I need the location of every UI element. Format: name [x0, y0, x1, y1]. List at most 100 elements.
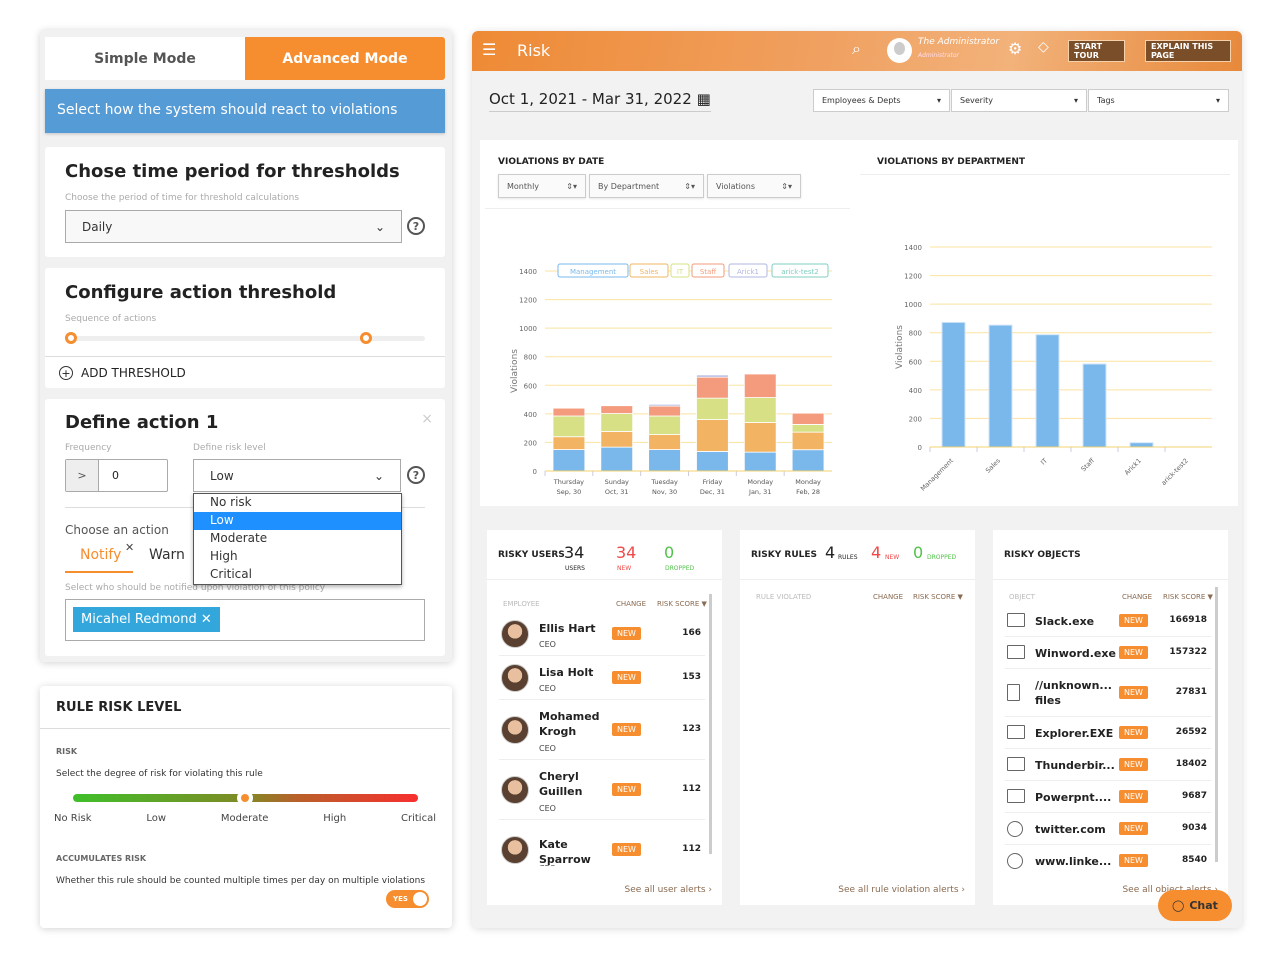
bar-segment-it[interactable] — [791, 424, 825, 433]
operator-select[interactable]: > — [66, 460, 99, 491]
list-item[interactable]: www.linke... NEW 8540 — [1005, 845, 1211, 874]
time-period-select[interactable]: Daily ⌄ — [65, 210, 402, 243]
help-icon[interactable]: ? — [407, 466, 425, 484]
bar-segment-staff[interactable] — [791, 412, 825, 425]
add-threshold-label: ADD THRESHOLD — [81, 366, 186, 380]
see-all-link[interactable]: See all user alerts › — [625, 885, 712, 895]
bar-segment-sales[interactable] — [552, 436, 586, 450]
bar-segment-management[interactable] — [743, 451, 777, 472]
y-tick-label: 1000 — [519, 325, 537, 333]
bar-segment-sales[interactable] — [791, 431, 825, 451]
legend-item[interactable]: arick-test2 — [771, 263, 829, 278]
risk-option[interactable]: No risk — [194, 494, 401, 512]
alert-diamond-icon[interactable]: ◇ — [1038, 39, 1049, 55]
bar-segment-management[interactable] — [696, 451, 729, 472]
bar-arick1[interactable] — [1129, 442, 1154, 448]
list-item[interactable]: Slack.exe NEW 166918 — [1005, 605, 1211, 637]
bar-segment-sales[interactable] — [648, 434, 681, 450]
user-name[interactable]: The Administrator — [918, 37, 999, 47]
risk-option[interactable]: Low — [194, 512, 401, 530]
list-item[interactable]: Lisa Holt CEO NEW 153 — [499, 656, 705, 700]
bar-segment-staff[interactable] — [600, 405, 634, 414]
legend-item[interactable]: Management — [557, 263, 629, 278]
bar-segment-arick1[interactable] — [648, 403, 681, 407]
legend-item[interactable]: IT — [670, 263, 690, 278]
date-range-picker[interactable]: Oct 1, 2021 - Mar 31, 2022 ▦ — [489, 90, 711, 112]
gear-icon[interactable]: ⚙ — [1008, 39, 1022, 58]
employees-filter[interactable]: Employees & Depts ▾ — [813, 89, 950, 112]
avatar[interactable] — [887, 38, 912, 63]
explain-page-button[interactable]: EXPLAIN THIS PAGE — [1145, 40, 1231, 62]
threshold-handle[interactable] — [360, 332, 372, 344]
risk-option[interactable]: Moderate — [194, 530, 401, 548]
list-item[interactable]: Mohamed Krogh CEO NEW 123 — [499, 700, 705, 760]
bar-segment-staff[interactable] — [743, 373, 777, 398]
risk-slider-handle[interactable] — [237, 790, 253, 806]
bar-sales[interactable] — [988, 324, 1013, 448]
bar-segment-management[interactable] — [552, 449, 586, 472]
close-icon[interactable]: × — [421, 411, 433, 427]
item-role: CEO — [539, 640, 556, 649]
avatar — [501, 716, 529, 744]
legend-item[interactable]: Staff — [691, 263, 725, 278]
bar-segment-sales[interactable] — [743, 422, 777, 453]
bar-segment-it[interactable] — [696, 397, 729, 420]
recipient-tag[interactable]: Micahel Redmond ✕ — [73, 607, 220, 632]
list-item[interactable]: Thunderbir... NEW 18402 — [1005, 749, 1211, 781]
item-name: Powerpnt.... — [1035, 790, 1112, 804]
chat-button[interactable]: ◯ Chat — [1158, 890, 1232, 921]
threshold-handle[interactable] — [65, 332, 77, 344]
legend-item[interactable]: Arick1 — [728, 263, 768, 278]
list-item[interactable]: Explorer.EXE NEW 26592 — [1005, 717, 1211, 749]
bar-segment-sales[interactable] — [600, 431, 634, 448]
bar-segment-it[interactable] — [600, 413, 634, 432]
item-name: www.linke... — [1035, 854, 1112, 868]
bar-segment-it[interactable] — [743, 397, 777, 423]
bar-segment-staff[interactable] — [552, 407, 586, 417]
legend-item[interactable]: Sales — [629, 263, 669, 278]
bar-segment-sales[interactable] — [696, 419, 729, 452]
bar-management[interactable] — [941, 321, 966, 448]
menu-icon[interactable]: ☰ — [482, 40, 496, 59]
add-threshold-button[interactable]: + ADD THRESHOLD — [59, 366, 186, 380]
item-name: Lisa Holt — [539, 665, 594, 679]
frequency-field[interactable]: > 0 — [65, 459, 168, 492]
risk-level-select[interactable]: Low ⌄ — [193, 459, 401, 492]
bar-segment-it[interactable] — [648, 415, 681, 435]
severity-filter[interactable]: Severity ▾ — [951, 89, 1087, 112]
bar-staff[interactable] — [1082, 363, 1107, 448]
recipients-field[interactable]: Micahel Redmond ✕ — [65, 599, 425, 641]
help-icon[interactable]: ? — [407, 217, 425, 235]
tab-notify[interactable]: Notify ✕ — [65, 541, 134, 573]
accumulates-toggle[interactable]: YES — [386, 890, 429, 908]
advanced-mode-tab[interactable]: Advanced Mode — [245, 37, 445, 80]
list-item[interactable]: twitter.com NEW 9034 — [1005, 813, 1211, 845]
bar-segment-staff[interactable] — [696, 376, 729, 399]
bar-segment-arick1[interactable] — [696, 374, 729, 378]
bar-segment-it[interactable] — [552, 415, 586, 438]
list-item[interactable]: //unknown... files NEW 27831 — [1005, 669, 1211, 717]
bar-it[interactable] — [1035, 334, 1060, 448]
bar-segment-management[interactable] — [648, 449, 681, 472]
item-name: Explorer.EXE — [1035, 726, 1114, 740]
start-tour-button[interactable]: START TOUR — [1068, 40, 1125, 62]
list-item[interactable]: Powerpnt.... NEW 9687 — [1005, 781, 1211, 813]
bar-segment-management[interactable] — [791, 449, 825, 472]
legend-label: IT — [677, 268, 684, 276]
tags-filter[interactable]: Tags ▾ — [1088, 89, 1229, 112]
list-item[interactable]: Kate SparrowCEO NEW 112 — [499, 820, 705, 866]
risk-option[interactable]: Critical — [194, 566, 401, 584]
risk-option[interactable]: High — [194, 548, 401, 566]
simple-mode-tab[interactable]: Simple Mode — [45, 37, 245, 80]
tab-warn[interactable]: Warn — [149, 547, 185, 563]
frequency-input[interactable]: 0 — [99, 460, 132, 491]
bar-segment-staff[interactable] — [648, 405, 681, 417]
list-item[interactable]: Winword.exe NEW 157322 — [1005, 637, 1211, 669]
search-icon[interactable]: ⌕ — [852, 39, 861, 59]
list-item[interactable]: Ellis Hart CEO NEW 166 — [499, 612, 705, 656]
list-item[interactable]: Cheryl Guillen CEO NEW 112 — [499, 760, 705, 820]
bar-segment-management[interactable] — [600, 446, 634, 472]
change-badge: NEW — [1119, 646, 1148, 659]
rule-risk-level-card: RULE RISK LEVEL RISK Select the degree o… — [40, 686, 452, 928]
see-all-link[interactable]: See all rule violation alerts › — [838, 885, 965, 895]
